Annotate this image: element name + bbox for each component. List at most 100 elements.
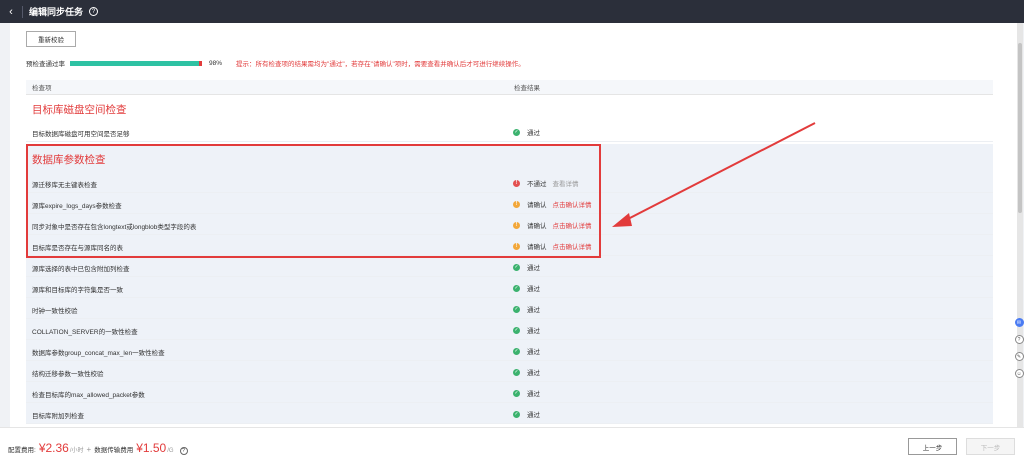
transfer-fee-price: ¥1.50 [136,441,167,455]
check-result: ! 请确认 点击确认详情 [513,220,592,230]
check-item-name: 目标库附加列检查 [32,413,84,420]
progress-tip: 提示：所有检查项的结果需均为"通过"，若存在"请确认"项时，需要查看并确认后才可… [236,61,525,68]
check-result: ✓ 通过 [513,262,540,272]
check-item-name: 源迁移库无主键表检查 [32,182,97,189]
top-bar: ‹ 编辑同步任务 ? [0,0,1024,23]
check-item-name: 源库选择的表中已包含附加列检查 [32,266,130,273]
page-title: 编辑同步任务 [29,7,84,17]
progress-remainder [199,60,202,66]
table-row: 同步对象中是否存在包含longtext或longblob类型字段的表 ! 请确认 点击… [26,214,993,235]
footer-bar: 配置费用: ¥2.36 /小时 + 数据传输费用 ¥1.50 /G ? 上一步 … [0,427,1024,462]
check-circle-icon: ✓ [513,263,520,271]
progress-label: 预检查通过率 [26,61,65,68]
group-title-params: 数据库参数检查 [32,154,106,166]
check-circle-icon: ✓ [513,389,520,397]
check-item-name: 目标库是否存在与源库同名的表 [32,245,123,252]
status-text: 通过 [527,349,540,356]
progress-bar [70,60,202,66]
check-item-name: 结构迁移参数一致性校验 [32,371,104,378]
check-result: ! 请确认 点击确认详情 [513,199,592,209]
warning-circle-icon: ! [513,200,520,208]
table-row: 源库和目标库的字符集是否一致 ✓ 通过 [26,277,993,298]
next-step-button: 下一步 [966,438,1015,455]
previous-step-button[interactable]: 上一步 [908,438,957,455]
scrollbar-thumb[interactable] [1018,43,1022,213]
config-fee-price: ¥2.36 [38,441,69,455]
status-text: 通过 [527,307,540,314]
fee-summary: 配置费用: ¥2.36 /小时 + 数据传输费用 ¥1.50 /G ? [8,441,188,455]
table-row: 检查目标库的max_allowed_packet参数 ✓ 通过 [26,382,993,403]
precheck-progress: 预检查通过率 98% 提示：所有检查项的结果需均为"通过"，若存在"请确认"项时… [26,58,525,69]
table-row: COLLATION_SERVER的一致性检查 ✓ 通过 [26,319,993,340]
check-result: ✓ 通过 [513,283,540,293]
transfer-fee-unit: /G [167,448,174,454]
confirm-details-link[interactable]: 点击确认详情 [553,220,592,230]
table-row: 结构迁移参数一致性校验 ✓ 通过 [26,361,993,382]
config-fee-unit: /小时 [69,448,84,454]
check-result: ✓ 通过 [513,367,540,377]
status-text: 通过 [527,130,540,137]
chevron-left-icon[interactable]: ‹ [0,6,22,18]
table-header: 检查项 检查结果 [26,80,993,95]
check-item-name: 数据库参数group_concat_max_len一致性检查 [32,350,165,357]
check-item-name: 时钟一致性校验 [32,308,78,315]
confirm-details-link[interactable]: 点击确认详情 [553,199,592,209]
check-circle-icon: ✓ [513,305,520,313]
check-result: ✓ 通过 [513,325,540,335]
column-header-item: 检查项 [32,85,52,92]
plus-sign: + [86,445,92,454]
check-result: ! 请确认 点击确认详情 [513,241,592,251]
check-item-name: COLLATION_SERVER的一致性检查 [32,329,138,336]
divider [22,5,23,18]
status-text: 通过 [527,412,540,419]
table-row: 源库选择的表中已包含附加列检查 ✓ 通过 [26,256,993,277]
table-row: 目标库附加列检查 ✓ 通过 [26,403,993,424]
progress-percent: 98% [209,59,223,67]
recheck-button[interactable]: 重新校验 [26,31,76,47]
check-circle-icon: ✓ [513,284,520,292]
status-text: 请确认 [527,223,547,230]
side-toolbar: ✉ ? ✎ ☺ [1014,318,1024,378]
help-icon[interactable]: ? [1014,335,1024,344]
status-text: 通过 [527,286,540,293]
check-circle-icon: ✓ [513,128,520,136]
status-text: 请确认 [527,202,547,209]
check-item-name: 目标数据库磁盘可用空间是否足够 [32,131,130,138]
status-text: 通过 [527,265,540,272]
feedback-icon[interactable]: ✎ [1014,352,1024,361]
status-text: 通过 [527,370,540,377]
warning-circle-icon: ! [513,242,520,250]
service-icon[interactable]: ☺ [1014,369,1024,378]
status-text: 通过 [527,391,540,398]
group-title-disk: 目标库磁盘空间检查 [32,104,127,116]
check-item-name: 检查目标库的max_allowed_packet参数 [32,392,145,399]
check-result: ✓ 通过 [513,127,540,137]
table-row: 源迁移库无主键表检查! 不通过 查看详情 [26,172,993,193]
check-result: ✓ 通过 [513,304,540,314]
view-details-link[interactable]: 查看详情 [553,178,579,188]
progress-fill [70,60,200,66]
check-item-name: 同步对象中是否存在包含longtext或longblob类型字段的表 [32,224,197,231]
check-result: ✓ 通过 [513,409,540,419]
check-circle-icon: ✓ [513,347,520,355]
question-circle-icon[interactable]: ? [89,7,99,16]
check-result: ! 不通过 查看详情 [513,178,579,188]
error-circle-icon: ! [513,179,520,187]
chat-icon[interactable]: ✉ [1014,318,1024,327]
check-result: ✓ 通过 [513,388,540,398]
table-row: 源库expire_logs_days参数检查! 请确认 点击确认详情 [26,193,993,214]
status-text: 不通过 [527,181,547,188]
status-text: 请确认 [527,244,547,251]
transfer-fee-label: 数据传输费用 [94,447,134,454]
check-circle-icon: ✓ [513,326,520,334]
table-row: 目标数据库磁盘可用空间是否足够 ✓ 通过 [26,121,993,142]
check-item-name: 源库expire_logs_days参数检查 [32,203,122,210]
check-result: ✓ 通过 [513,346,540,356]
config-fee-label: 配置费用: [8,447,36,454]
question-circle-icon[interactable]: ? [179,447,188,455]
table-row: 数据库参数group_concat_max_len一致性检查 ✓ 通过 [26,340,993,361]
confirm-details-link[interactable]: 点击确认详情 [553,241,592,251]
table-row: 目标库是否存在与源库同名的表! 请确认 点击确认详情 [26,235,993,256]
check-circle-icon: ✓ [513,410,520,418]
status-text: 通过 [527,328,540,335]
